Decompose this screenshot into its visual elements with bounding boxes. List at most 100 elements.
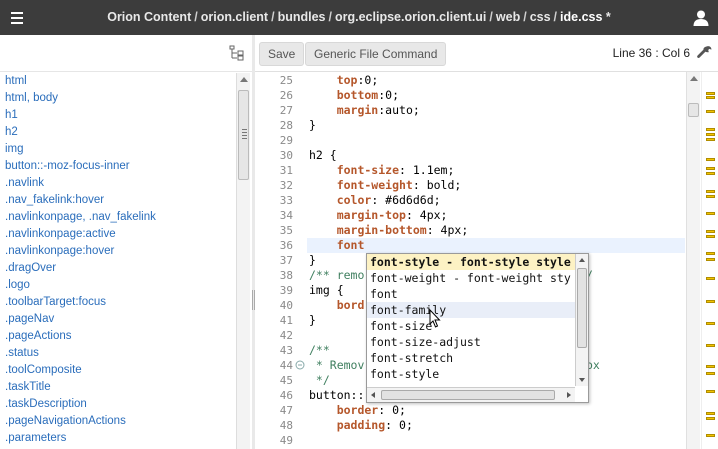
file-name: ide.css [560, 10, 603, 24]
outline-item[interactable]: button::-moz-focus-inner [0, 158, 236, 175]
breadcrumb-item[interactable]: web [496, 10, 520, 24]
breadcrumb-item[interactable]: css [530, 10, 551, 24]
code-text: : 0; [385, 418, 413, 432]
ruler-annotation-mark[interactable] [706, 412, 715, 415]
ruler-annotation-mark[interactable] [706, 344, 715, 347]
ruler-annotation-mark[interactable] [706, 96, 715, 99]
ruler-annotation-mark[interactable] [706, 258, 715, 261]
assist-proposal[interactable]: font-size-adjust [367, 334, 575, 350]
hamburger-icon[interactable] [8, 8, 28, 28]
ruler-annotation-mark[interactable] [706, 322, 715, 325]
scroll-thumb[interactable] [577, 268, 587, 348]
line-number: 27 [279, 104, 293, 117]
outline-scrollbar[interactable] [236, 73, 250, 449]
assist-vertical-scrollbar[interactable] [575, 254, 588, 386]
outline-item[interactable]: .taskDescription [0, 396, 236, 413]
ruler-annotation-mark[interactable] [706, 138, 715, 141]
generic-file-command-button[interactable]: Generic File Command [305, 42, 447, 66]
ruler-annotation-mark[interactable] [706, 277, 715, 280]
line-number: 26 [279, 89, 293, 102]
editor-scrollbar[interactable] [686, 72, 700, 449]
ruler-annotation-mark[interactable] [706, 195, 715, 198]
ruler-annotation-mark[interactable] [706, 212, 715, 215]
ruler-annotation-mark[interactable] [706, 230, 715, 233]
ruler-annotation-mark[interactable] [706, 172, 715, 175]
ruler-annotation-mark[interactable] [706, 235, 715, 238]
outline-toggle-icon[interactable] [229, 45, 245, 61]
breadcrumb-item[interactable]: Orion Content [107, 10, 191, 24]
code-line: margin-top: 4px; [307, 208, 685, 223]
assist-proposal[interactable]: font-weight - font-weight sty [367, 270, 575, 286]
outline-item[interactable]: .parameters [0, 430, 236, 447]
ruler-annotation-mark[interactable] [706, 133, 715, 136]
breadcrumb-item[interactable]: orion.client [201, 10, 268, 24]
wrench-icon[interactable] [696, 44, 712, 60]
scroll-right-arrow-icon[interactable] [567, 392, 571, 398]
line-number: 25 [279, 74, 293, 87]
scroll-thumb[interactable] [238, 90, 249, 180]
ruler-annotation-mark[interactable] [706, 365, 715, 368]
outline-item[interactable]: h2 [0, 124, 236, 141]
assist-proposal[interactable]: font [367, 286, 575, 302]
ruler-annotation-mark[interactable] [706, 372, 715, 375]
outline-item[interactable]: .pageNav [0, 311, 236, 328]
outline-item[interactable]: .toolComposite [0, 362, 236, 379]
outline-item[interactable]: html [0, 73, 236, 90]
outline-item[interactable]: .toolbarTarget:focus [0, 294, 236, 311]
ruler-annotation-mark[interactable] [706, 128, 715, 131]
code-text: } [309, 118, 316, 132]
line-number: 34 [279, 209, 293, 222]
scroll-thumb[interactable] [381, 390, 555, 400]
outline-item[interactable]: .taskTitle [0, 379, 236, 396]
outline-item[interactable]: html, body [0, 90, 236, 107]
fold-toggle-icon[interactable] [295, 360, 305, 370]
code-property: padding [309, 418, 386, 432]
ruler-annotation-mark[interactable] [706, 167, 715, 170]
outline-item[interactable]: .nav_fakelink:hover [0, 192, 236, 209]
ruler-annotation-mark[interactable] [706, 92, 715, 95]
outline-item[interactable]: .navlinkonpage:active [0, 226, 236, 243]
outline-item[interactable]: .navlink [0, 175, 236, 192]
scroll-up-arrow-icon[interactable] [690, 76, 698, 81]
assist-horizontal-scrollbar[interactable] [367, 387, 575, 402]
ruler-annotation-mark[interactable] [706, 300, 715, 303]
code-line: margin:auto; [307, 103, 685, 118]
scroll-left-arrow-icon[interactable] [371, 392, 375, 398]
outline-item[interactable]: .dragOver [0, 260, 236, 277]
outline-item[interactable]: .navlinkonpage:hover [0, 243, 236, 260]
outline-item[interactable]: .status [0, 345, 236, 362]
outline-item[interactable]: .pageNavigationActions [0, 413, 236, 430]
ruler-annotation-mark[interactable] [706, 190, 715, 193]
user-icon[interactable] [692, 9, 710, 27]
ruler-annotation-mark[interactable] [706, 158, 715, 161]
outline-item[interactable]: .navlinkonpage, .nav_fakelink [0, 209, 236, 226]
scroll-up-arrow-icon[interactable] [579, 258, 585, 262]
save-button[interactable]: Save [259, 42, 305, 66]
ruler-annotation-mark[interactable] [706, 110, 715, 113]
line-number-gutter: 25 26 27 28 29 30 31 32 33 34 35 36 37 38 39 40 41 42 43 44… [255, 72, 307, 449]
assist-proposal[interactable]: font-style - font-style style [367, 254, 575, 270]
outline-item[interactable]: h1 [0, 107, 236, 124]
line-number: 36 [279, 239, 293, 252]
scroll-up-arrow-icon[interactable] [240, 77, 248, 82]
content-assist-popup[interactable]: font-style - font-style style font-weight… [366, 253, 589, 403]
outline-item[interactable]: .logo [0, 277, 236, 294]
breadcrumb-item[interactable]: org.eclipse.orion.client.ui [335, 10, 486, 24]
outline-item[interactable]: .pageActions [0, 328, 236, 345]
ruler-annotation-mark[interactable] [706, 434, 715, 437]
ruler-annotation-mark[interactable] [706, 417, 715, 420]
outline-item[interactable]: img [0, 141, 236, 158]
code-comment: /** [309, 343, 330, 357]
scroll-down-arrow-icon[interactable] [579, 378, 585, 382]
code-line: border: 0; [307, 403, 685, 418]
ruler-annotation-mark[interactable] [706, 390, 715, 393]
assist-proposal[interactable]: font-stretch [367, 350, 575, 366]
breadcrumb-item[interactable]: bundles [278, 10, 326, 24]
assist-proposal[interactable]: font-size [367, 318, 575, 334]
assist-proposal[interactable]: font-family [367, 302, 575, 318]
line-number: 44 [279, 359, 293, 372]
code-text: } [309, 253, 316, 267]
assist-proposal[interactable]: font-style [367, 366, 575, 382]
scroll-thumb[interactable] [688, 103, 699, 117]
ruler-annotation-mark[interactable] [706, 252, 715, 255]
